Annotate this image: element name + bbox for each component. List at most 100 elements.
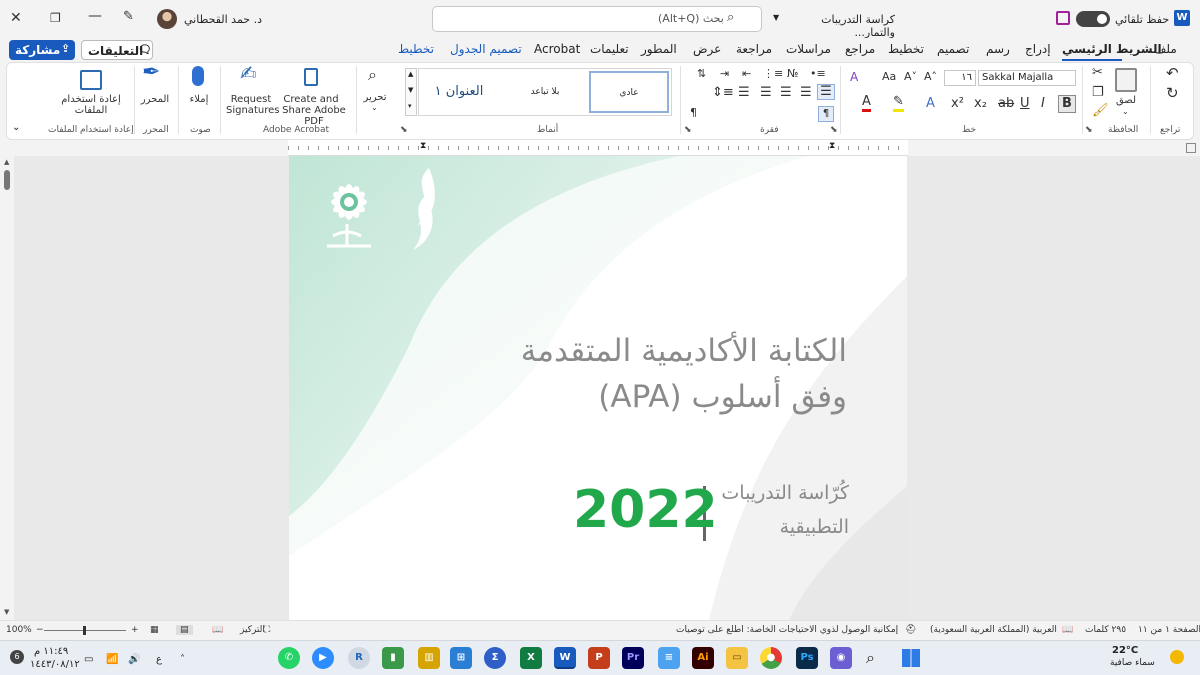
share-button[interactable]: مشاركة ⇪ <box>9 40 75 60</box>
reuse-files-label-1[interactable]: إعادة استخدام <box>55 94 127 105</box>
request-signatures-label-1[interactable]: Request <box>226 94 276 105</box>
find-icon[interactable]: ⌕ <box>368 67 377 83</box>
stats-app-icon[interactable]: ▮ <box>382 647 404 669</box>
create-pdf-icon[interactable] <box>304 68 318 86</box>
clock-date[interactable]: ١٤٤٣/٠٨/١٢ <box>30 659 80 670</box>
microphone-icon[interactable] <box>192 66 204 86</box>
close-icon[interactable]: ✕ <box>10 11 22 25</box>
styles-scroll[interactable]: ▲ ▼ ▾ <box>405 68 417 116</box>
indent-icon[interactable]: ⇥ <box>720 67 729 81</box>
accessibility-icon[interactable]: ⛑ <box>905 625 916 635</box>
photoshop-icon[interactable]: Ps <box>796 647 818 669</box>
premiere-icon[interactable]: Pr <box>622 647 644 669</box>
tab-file[interactable]: ملف <box>1154 42 1177 56</box>
zoom-slider-thumb[interactable] <box>83 626 86 635</box>
battery-icon[interactable]: ▭ <box>84 654 93 665</box>
styles-launcher-icon[interactable]: ⬊ <box>684 125 692 135</box>
highlight-icon[interactable]: ✎ <box>893 95 904 112</box>
ruler-toggle-icon[interactable] <box>1186 143 1196 153</box>
weather-desc[interactable]: سماء صافية <box>1110 658 1155 668</box>
document-page[interactable]: الكتابة الأكاديمية المتقدمة وفق أسلوب (A… <box>289 156 907 620</box>
change-case-icon[interactable]: Aa <box>882 70 896 84</box>
read-mode-icon[interactable]: 📖 <box>212 625 223 635</box>
align-justify-selected-icon[interactable]: ☰ <box>817 84 835 100</box>
tab-design[interactable]: تصميم <box>937 42 969 56</box>
align-left-icon[interactable]: ☰ <box>760 86 772 100</box>
superscript-icon[interactable]: x² <box>951 97 964 111</box>
tab-developer[interactable]: المطور <box>641 42 677 56</box>
numbered-list-icon[interactable]: № <box>787 67 798 81</box>
illustrator-icon[interactable]: Ai <box>692 647 714 669</box>
pen-icon[interactable]: ✎ <box>123 10 134 24</box>
search-input[interactable]: بحث (Alt+Q) ⌕ <box>432 6 762 32</box>
comments-button[interactable]: التعليقات 🗨 <box>81 40 153 60</box>
editing-launcher-icon[interactable]: ⬊ <box>400 125 408 135</box>
editor-icon[interactable]: ✒ <box>142 62 160 84</box>
tab-layout[interactable]: تخطيط <box>888 42 924 56</box>
vertical-scrollbar[interactable]: ▲ ▼ <box>0 156 14 620</box>
excel-icon[interactable]: X <box>520 647 542 669</box>
clear-format-icon[interactable]: A <box>926 97 935 111</box>
autosave-toggle[interactable] <box>1076 11 1110 27</box>
underline-icon[interactable]: U <box>1020 97 1030 111</box>
restore-icon[interactable]: ❐ <box>50 11 61 25</box>
tab-help[interactable]: تعليمات <box>590 42 629 56</box>
tab-references[interactable]: مراجع <box>845 42 875 56</box>
more-styles-icon[interactable]: ▾ <box>408 102 412 110</box>
tab-insert[interactable]: إدراج <box>1025 42 1051 56</box>
shrink-font-icon[interactable]: A˅ <box>904 70 917 84</box>
align-right-icon[interactable]: ☰ <box>800 86 812 100</box>
status-words[interactable]: ٢٩٥ كلمات <box>1085 625 1126 635</box>
start-icon[interactable] <box>902 649 920 667</box>
weather-icon[interactable] <box>1170 650 1184 664</box>
cut-icon[interactable]: ✂ <box>1092 66 1103 80</box>
paste-dropdown-icon[interactable]: ⌄ <box>1122 106 1129 117</box>
grow-font-icon[interactable]: A˄ <box>924 70 937 84</box>
outdent-icon[interactable]: ⇤ <box>742 67 751 81</box>
zoom-in-icon[interactable]: + <box>131 625 139 635</box>
ruler[interactable]: ⧗ ⧗ <box>288 140 908 156</box>
scroll-up-icon[interactable]: ▲ <box>408 70 413 78</box>
chrome-icon[interactable]: ● <box>760 647 782 669</box>
dictate-label[interactable]: إملاء <box>182 94 216 105</box>
redo-icon[interactable]: ↻ <box>1166 86 1179 101</box>
indent-marker-right[interactable]: ⧗ <box>829 141 835 151</box>
rtl-paragraph-icon[interactable]: ¶ <box>818 106 834 122</box>
scroll-down-arrow-icon[interactable]: ▼ <box>4 608 9 616</box>
print-layout-icon[interactable]: ▤ <box>176 625 193 635</box>
save-icon[interactable] <box>1056 11 1070 25</box>
r-app-icon[interactable]: R <box>348 647 370 669</box>
search-taskbar-icon[interactable]: ⌕ <box>866 648 875 668</box>
paste-icon[interactable] <box>1115 68 1137 92</box>
paste-label[interactable]: لصق <box>1112 95 1140 106</box>
focus-icon[interactable]: ⛶ <box>264 625 270 635</box>
create-pdf-label-1[interactable]: Create and <box>280 94 342 105</box>
tab-table-design[interactable]: تصميم الجدول <box>450 42 522 56</box>
scroll-thumb[interactable] <box>4 170 10 190</box>
math-app-icon[interactable]: Σ <box>484 647 506 669</box>
font-color-icon[interactable]: A <box>862 95 871 112</box>
proofing-icon[interactable]: 📖 <box>1062 625 1073 635</box>
editing-dropdown-icon[interactable]: ⌄ <box>371 102 378 113</box>
ribbon-collapse-icon[interactable]: ⌄ <box>12 122 20 133</box>
status-focus[interactable]: التركيز <box>240 625 265 635</box>
request-signatures-label-2[interactable]: Signatures <box>226 105 279 116</box>
weather-temp[interactable]: 22°C <box>1112 645 1138 656</box>
copy-icon[interactable]: ❐ <box>1092 86 1104 100</box>
text-effects-icon[interactable]: A <box>850 70 858 84</box>
sort-icon[interactable]: ⇅ <box>697 67 706 81</box>
archive-app-icon[interactable]: ▥ <box>418 647 440 669</box>
multilevel-list-icon[interactable]: ⋮≡ <box>763 67 783 81</box>
minimize-icon[interactable]: — <box>88 9 102 23</box>
font-name-select[interactable]: Sakkal Majalla <box>978 70 1076 86</box>
bullet-list-icon[interactable]: •≡ <box>810 67 826 81</box>
scroll-down-icon[interactable]: ▼ <box>408 86 413 94</box>
line-spacing-icon[interactable]: ⇕≡ <box>712 86 734 100</box>
zoom-level[interactable]: 100% <box>6 625 32 635</box>
tab-review[interactable]: مراجعة <box>736 42 772 56</box>
zoom-slider[interactable] <box>44 626 126 635</box>
ltr-paragraph-icon[interactable]: ¶ <box>690 106 697 120</box>
tab-acrobat[interactable]: Acrobat <box>534 42 580 56</box>
tab-mailings[interactable]: مراسلات <box>786 42 831 56</box>
editor-label[interactable]: المحرر <box>138 94 172 105</box>
